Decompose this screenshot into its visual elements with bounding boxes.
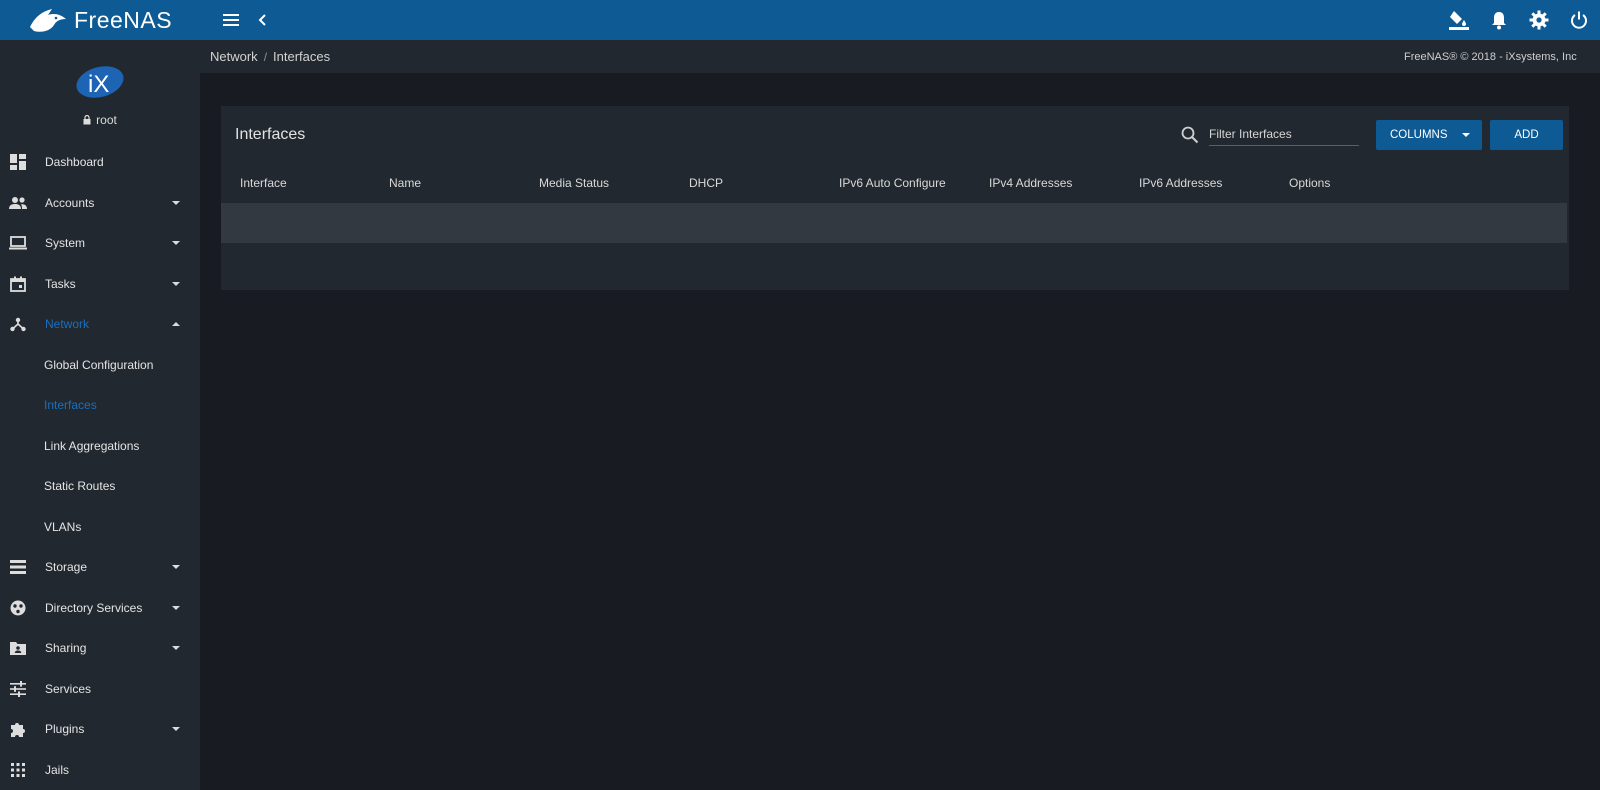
svg-text:iX: iX	[88, 71, 109, 98]
sidebar-item-label: Sharing	[45, 641, 87, 656]
column-header-dhcp[interactable]: DHCP	[689, 176, 723, 190]
power-icon	[1571, 11, 1587, 29]
brand[interactable]: FreeNAS	[0, 0, 200, 40]
sidebar-item-label: Tasks	[45, 276, 76, 291]
sidebar-subitem-link-aggregations[interactable]: Link Aggregations	[0, 426, 200, 467]
storage-icon	[9, 558, 27, 576]
tune-icon	[9, 680, 27, 698]
power-button[interactable]	[1568, 9, 1590, 31]
sidebar-item-label: Network	[45, 317, 90, 332]
sidebar-item-directory-services[interactable]: Directory Services	[0, 588, 200, 629]
sidebar-item-label: Dashboard	[45, 155, 104, 170]
notifications-button[interactable]	[1488, 9, 1510, 31]
chevron-left-icon	[258, 14, 266, 26]
breadcrumb: Network / Interfaces	[210, 49, 330, 64]
sidebar-item-label: Jails	[45, 762, 70, 777]
sidebar-item-tasks[interactable]: Tasks	[0, 264, 200, 305]
card-header: Interfaces COLUMNS ADD	[221, 106, 1569, 163]
add-button[interactable]: ADD	[1490, 120, 1563, 150]
people-icon	[9, 194, 27, 212]
settings-button[interactable]	[1528, 9, 1550, 31]
chevron-down-icon	[172, 727, 180, 732]
sidebar-item-plugins[interactable]: Plugins	[0, 709, 200, 750]
sidebar-item-label: Plugins	[45, 722, 85, 737]
column-header-ipv4-addresses[interactable]: IPv4 Addresses	[989, 176, 1072, 190]
chevron-up-icon	[172, 322, 180, 327]
menu-toggle-button[interactable]	[220, 9, 242, 31]
theme-button[interactable]	[1448, 9, 1470, 31]
lock-icon	[83, 115, 91, 125]
apps-grid-icon	[9, 761, 27, 779]
column-header-options[interactable]: Options	[1289, 176, 1330, 190]
sidebar-item-label: System	[45, 236, 86, 251]
columns-button-label: COLUMNS	[1390, 129, 1448, 141]
folder-shared-icon	[9, 639, 27, 657]
sidebar-item-label: Directory Services	[45, 600, 143, 615]
username: root	[96, 113, 117, 127]
directory-icon	[9, 599, 27, 617]
column-header-ipv6-auto-configure[interactable]: IPv6 Auto Configure	[839, 176, 946, 190]
column-header-media-status[interactable]: Media Status	[539, 176, 609, 190]
chevron-down-icon	[172, 241, 180, 246]
sidebar-item-sharing[interactable]: Sharing	[0, 628, 200, 669]
top-bar: FreeNAS	[0, 0, 1600, 40]
ix-logo-icon: iX	[76, 66, 124, 98]
table-scrollbar[interactable]	[1567, 203, 1569, 243]
caret-down-icon	[1462, 133, 1470, 137]
brand-name: FreeNAS	[74, 6, 173, 33]
breadcrumb-current-page: Interfaces	[273, 49, 331, 64]
sidebar-subitem-interfaces[interactable]: Interfaces	[0, 385, 200, 426]
chevron-down-icon	[172, 605, 180, 610]
copyright-text: FreeNAS® © 2018 - iXsystems, Inc	[1404, 50, 1577, 63]
laptop-icon	[9, 234, 27, 252]
collapse-sidebar-button[interactable]	[252, 9, 274, 31]
breadcrumb-bar: Network / Interfaces FreeNAS® © 2018 - i…	[200, 40, 1600, 73]
chevron-down-icon	[172, 646, 180, 651]
breadcrumb-separator: /	[263, 49, 268, 64]
breadcrumb-network-link[interactable]: Network	[210, 49, 258, 64]
search-icon	[1181, 126, 1199, 144]
sidebar-item-storage[interactable]: Storage	[0, 547, 200, 588]
sidebar-item-label: Storage	[45, 560, 88, 575]
sidebar-item-label: Accounts	[45, 195, 95, 210]
sidebar-item-label: Services	[45, 681, 92, 696]
column-header-name[interactable]: Name	[389, 176, 421, 190]
table-header: Interface Name Media Status DHCP IPv6 Au…	[221, 163, 1569, 203]
paint-bucket-icon	[1449, 11, 1469, 30]
chevron-down-icon	[172, 281, 180, 286]
sidebar-item-services[interactable]: Services	[0, 669, 200, 710]
columns-button[interactable]: COLUMNS	[1376, 120, 1482, 150]
column-header-ipv6-addresses[interactable]: IPv6 Addresses	[1139, 176, 1222, 190]
interfaces-card: Interfaces COLUMNS ADD Interface Name Me…	[221, 106, 1569, 290]
card-title: Interfaces	[235, 126, 306, 143]
network-icon	[9, 315, 27, 333]
sidebar: iX root Dashboard Accounts System Tasks …	[0, 40, 200, 790]
column-header-interface[interactable]: Interface	[240, 176, 287, 190]
sidebar-subitem-vlans[interactable]: VLANs	[0, 507, 200, 548]
dashboard-icon	[9, 153, 27, 171]
sidebar-item-jails[interactable]: Jails	[0, 750, 200, 790]
sidebar-subitem-static-routes[interactable]: Static Routes	[0, 466, 200, 507]
user-label[interactable]: root	[83, 113, 117, 127]
hamburger-menu-icon	[223, 14, 239, 26]
sidebar-item-accounts[interactable]: Accounts	[0, 183, 200, 224]
sidebar-item-network[interactable]: Network	[0, 304, 200, 345]
chevron-down-icon	[172, 565, 180, 570]
calendar-icon	[9, 275, 27, 293]
sidebar-subitem-global-configuration[interactable]: Global Configuration	[0, 345, 200, 386]
sidebar-item-system[interactable]: System	[0, 223, 200, 264]
filter-interfaces-input[interactable]	[1209, 122, 1359, 146]
user-profile: iX root	[0, 40, 200, 142]
extension-icon	[9, 720, 27, 738]
sidebar-item-dashboard[interactable]: Dashboard	[0, 142, 200, 183]
freenas-shark-logo-icon	[30, 9, 66, 32]
bell-icon	[1492, 12, 1506, 30]
gear-icon	[1529, 10, 1549, 30]
table-row[interactable]	[221, 203, 1569, 243]
chevron-down-icon	[172, 200, 180, 205]
